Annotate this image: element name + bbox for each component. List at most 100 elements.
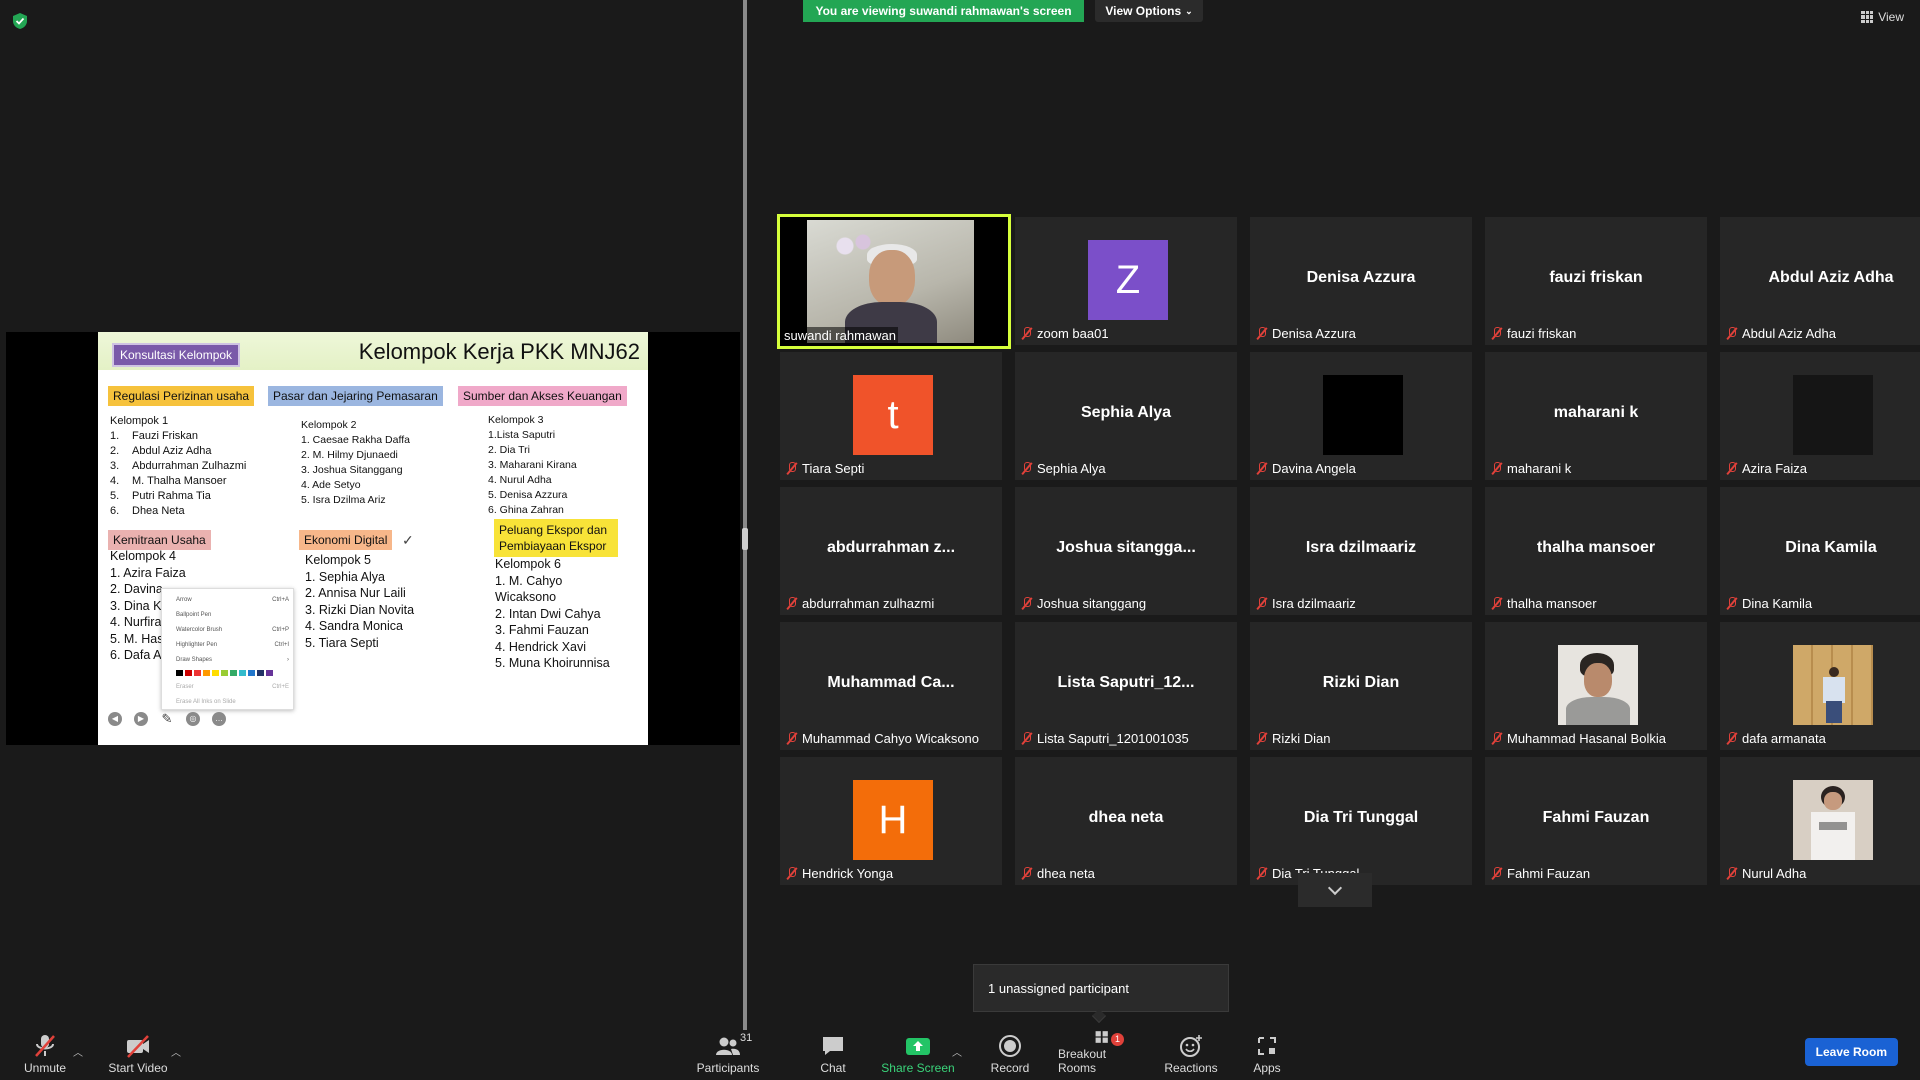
view-button[interactable]: View [1861, 10, 1904, 24]
leave-room-button[interactable]: Leave Room [1804, 1038, 1898, 1066]
audio-options-caret[interactable]: ︿ [73, 1044, 83, 1059]
participant-tile[interactable]: Sephia Alya Sephia Alya [1015, 352, 1237, 480]
participants-button[interactable]: 31 Participants [694, 1030, 762, 1080]
participant-tile[interactable]: Azira Faiza [1720, 352, 1920, 480]
participant-tile[interactable]: Fahmi Fauzan Fahmi Fauzan [1485, 757, 1707, 885]
record-button[interactable]: Record [990, 1030, 1030, 1080]
swatch[interactable] [248, 670, 255, 676]
g1-member: Abdul Aziz Adha [132, 445, 212, 457]
swatch[interactable] [266, 670, 273, 676]
prev-slide-icon[interactable]: ◀ [108, 712, 122, 726]
reactions-button[interactable]: Reactions [1164, 1030, 1218, 1080]
participant-tile[interactable]: Dina Kamila Dina Kamila [1720, 487, 1920, 615]
swatch[interactable] [212, 670, 219, 676]
view-options-button[interactable]: View Options ⌄ [1095, 0, 1203, 22]
next-slide-icon[interactable]: ▶ [134, 712, 148, 726]
security-shield-icon[interactable] [12, 12, 28, 30]
pen-menu-item[interactable]: Highlighter Pen Ctrl+I [166, 637, 289, 652]
category-ekonomi: Ekonomi Digital [299, 530, 393, 550]
chat-button[interactable]: Chat [818, 1030, 848, 1080]
participant-tile[interactable]: Nurul Adha [1720, 757, 1920, 885]
pen-menu-item[interactable]: Arrow Ctrl+A [166, 592, 289, 607]
participant-tile[interactable]: abdurrahman z... abdurrahman zulhazmi [780, 487, 1002, 615]
g1-member: Putri Rahma Tia [132, 490, 211, 502]
mic-muted-icon [1021, 732, 1033, 745]
participant-name-label: dafa armanata [1724, 730, 1828, 747]
swatch[interactable] [203, 670, 210, 676]
video-options-caret[interactable]: ︿ [171, 1044, 181, 1059]
mic-muted-icon [1491, 327, 1503, 340]
pen-menu-item[interactable]: Watercolor Brush Ctrl+P [166, 622, 289, 637]
participant-name-label: Abdul Aziz Adha [1724, 325, 1838, 342]
swatch[interactable] [185, 670, 192, 676]
participant-tile[interactable]: t Tiara Septi [780, 352, 1002, 480]
pen-menu-item[interactable]: Ballpoint Pen [166, 607, 289, 622]
participant-tile[interactable]: fauzi friskan fauzi friskan [1485, 217, 1707, 345]
group-list-line: Kelompok 2 [301, 419, 357, 431]
participant-video [807, 220, 974, 343]
chevron-down-icon: ⌄ [1185, 5, 1193, 16]
participant-tile[interactable]: Muhammad Ca... Muhammad Cahyo Wicaksono [780, 622, 1002, 750]
participant-tile[interactable]: dafa armanata [1720, 622, 1920, 750]
breakout-label: Breakout Rooms [1058, 1047, 1107, 1075]
share-options-caret[interactable]: ︿ [952, 1044, 962, 1059]
group-list-line: Kelompok 4 [110, 549, 177, 563]
chat-label: Chat [820, 1061, 846, 1075]
participants-label: Participants [696, 1061, 760, 1075]
unmute-button[interactable]: Unmute [22, 1030, 68, 1080]
zoom-icon[interactable]: ◎ [186, 712, 200, 726]
swatch[interactable] [194, 670, 201, 676]
pen-menu-item[interactable]: Erase All Inks on Slide [166, 694, 289, 709]
participant-tile[interactable]: suwandi rahmawan [777, 214, 1011, 349]
participant-tile[interactable]: Davina Angela [1250, 352, 1472, 480]
participant-tile[interactable]: Isra dzilmaariz Isra dzilmaariz [1250, 487, 1472, 615]
participant-tile[interactable]: Zzoom baa01 [1015, 217, 1237, 345]
participant-tile[interactable]: Lista Saputri_12... Lista Saputri_1201001… [1015, 622, 1237, 750]
apps-button[interactable]: Apps [1252, 1030, 1282, 1080]
participant-name: Joshua sitanggang [1037, 596, 1147, 611]
swatch[interactable] [239, 670, 246, 676]
participant-tile[interactable]: Denisa Azzura Denisa Azzura [1250, 217, 1472, 345]
share-screen-button[interactable]: Share Screen [880, 1030, 956, 1080]
participant-tile[interactable]: Dia Tri TunggalDia Tri Tunggal [1250, 757, 1472, 885]
view-options-label: View Options [1105, 4, 1182, 18]
participant-tile[interactable]: Rizki Dian Rizki Dian [1250, 622, 1472, 750]
chat-icon [823, 1037, 843, 1055]
more-participants-button[interactable] [1298, 873, 1372, 907]
participant-tile[interactable]: dhea neta dhea neta [1015, 757, 1237, 885]
mic-muted-icon [1726, 732, 1738, 745]
divider-handle[interactable] [742, 528, 748, 550]
presentation-slide: Konsultasi Kelompok Kelompok Kerja PKK M… [98, 332, 648, 745]
swatch[interactable] [257, 670, 264, 676]
participant-name-label: Joshua sitanggang [1019, 595, 1148, 612]
participant-name-label: Muhammad Cahyo Wicaksono [784, 730, 981, 747]
swatch[interactable] [230, 670, 237, 676]
participant-name-label: Davina Angela [1254, 460, 1358, 477]
swatch[interactable] [176, 670, 183, 676]
group-6-list: Kelompok 6 1. M. Cahyo Wicaksono 2. Intan D… [495, 556, 610, 672]
participant-tile[interactable]: H Hendrick Yonga [780, 757, 1002, 885]
participant-tile[interactable]: maharani k maharani k [1485, 352, 1707, 480]
group-list-line: 5. Muna Khoirunnisa [495, 656, 610, 670]
group-list-line: 3. Maharani Kirana [488, 459, 577, 471]
pen-menu-shortcut: Ctrl+A [272, 596, 289, 603]
participant-display-name: dhea neta [1088, 809, 1164, 826]
participant-display-name: Fahmi Fauzan [1542, 809, 1650, 826]
pen-menu-item[interactable]: Eraser Ctrl+E [166, 679, 289, 694]
participant-tile[interactable]: Muhammad Hasanal Bolkia [1485, 622, 1707, 750]
unassigned-tooltip: 1 unassigned participant [973, 964, 1229, 1012]
start-video-button[interactable]: Start Video [108, 1030, 168, 1080]
shared-screen[interactable]: Konsultasi Kelompok Kelompok Kerja PKK M… [6, 332, 740, 745]
pen-icon[interactable]: ✎ [160, 712, 174, 726]
split-divider[interactable] [743, 0, 747, 1030]
pen-menu-item[interactable]: Draw Shapes › [166, 652, 289, 667]
group-2-list: Kelompok 2 1. Caesae Rakha Daffa 2. M. Hil… [301, 418, 410, 508]
breakout-rooms-button[interactable]: 1 Breakout Rooms [1058, 1030, 1146, 1080]
participant-tile[interactable]: Joshua sitangga... Joshua sitanggang [1015, 487, 1237, 615]
participant-tile[interactable]: Abdul Aziz Adha Abdul Aziz Adha [1720, 217, 1920, 345]
swatch[interactable] [221, 670, 228, 676]
participant-tile[interactable]: thalha mansoer thalha mansoer [1485, 487, 1707, 615]
checkmark-icon: ✓ [402, 532, 414, 548]
participant-avatar: t [853, 375, 933, 455]
more-options-icon[interactable]: … [212, 712, 226, 726]
